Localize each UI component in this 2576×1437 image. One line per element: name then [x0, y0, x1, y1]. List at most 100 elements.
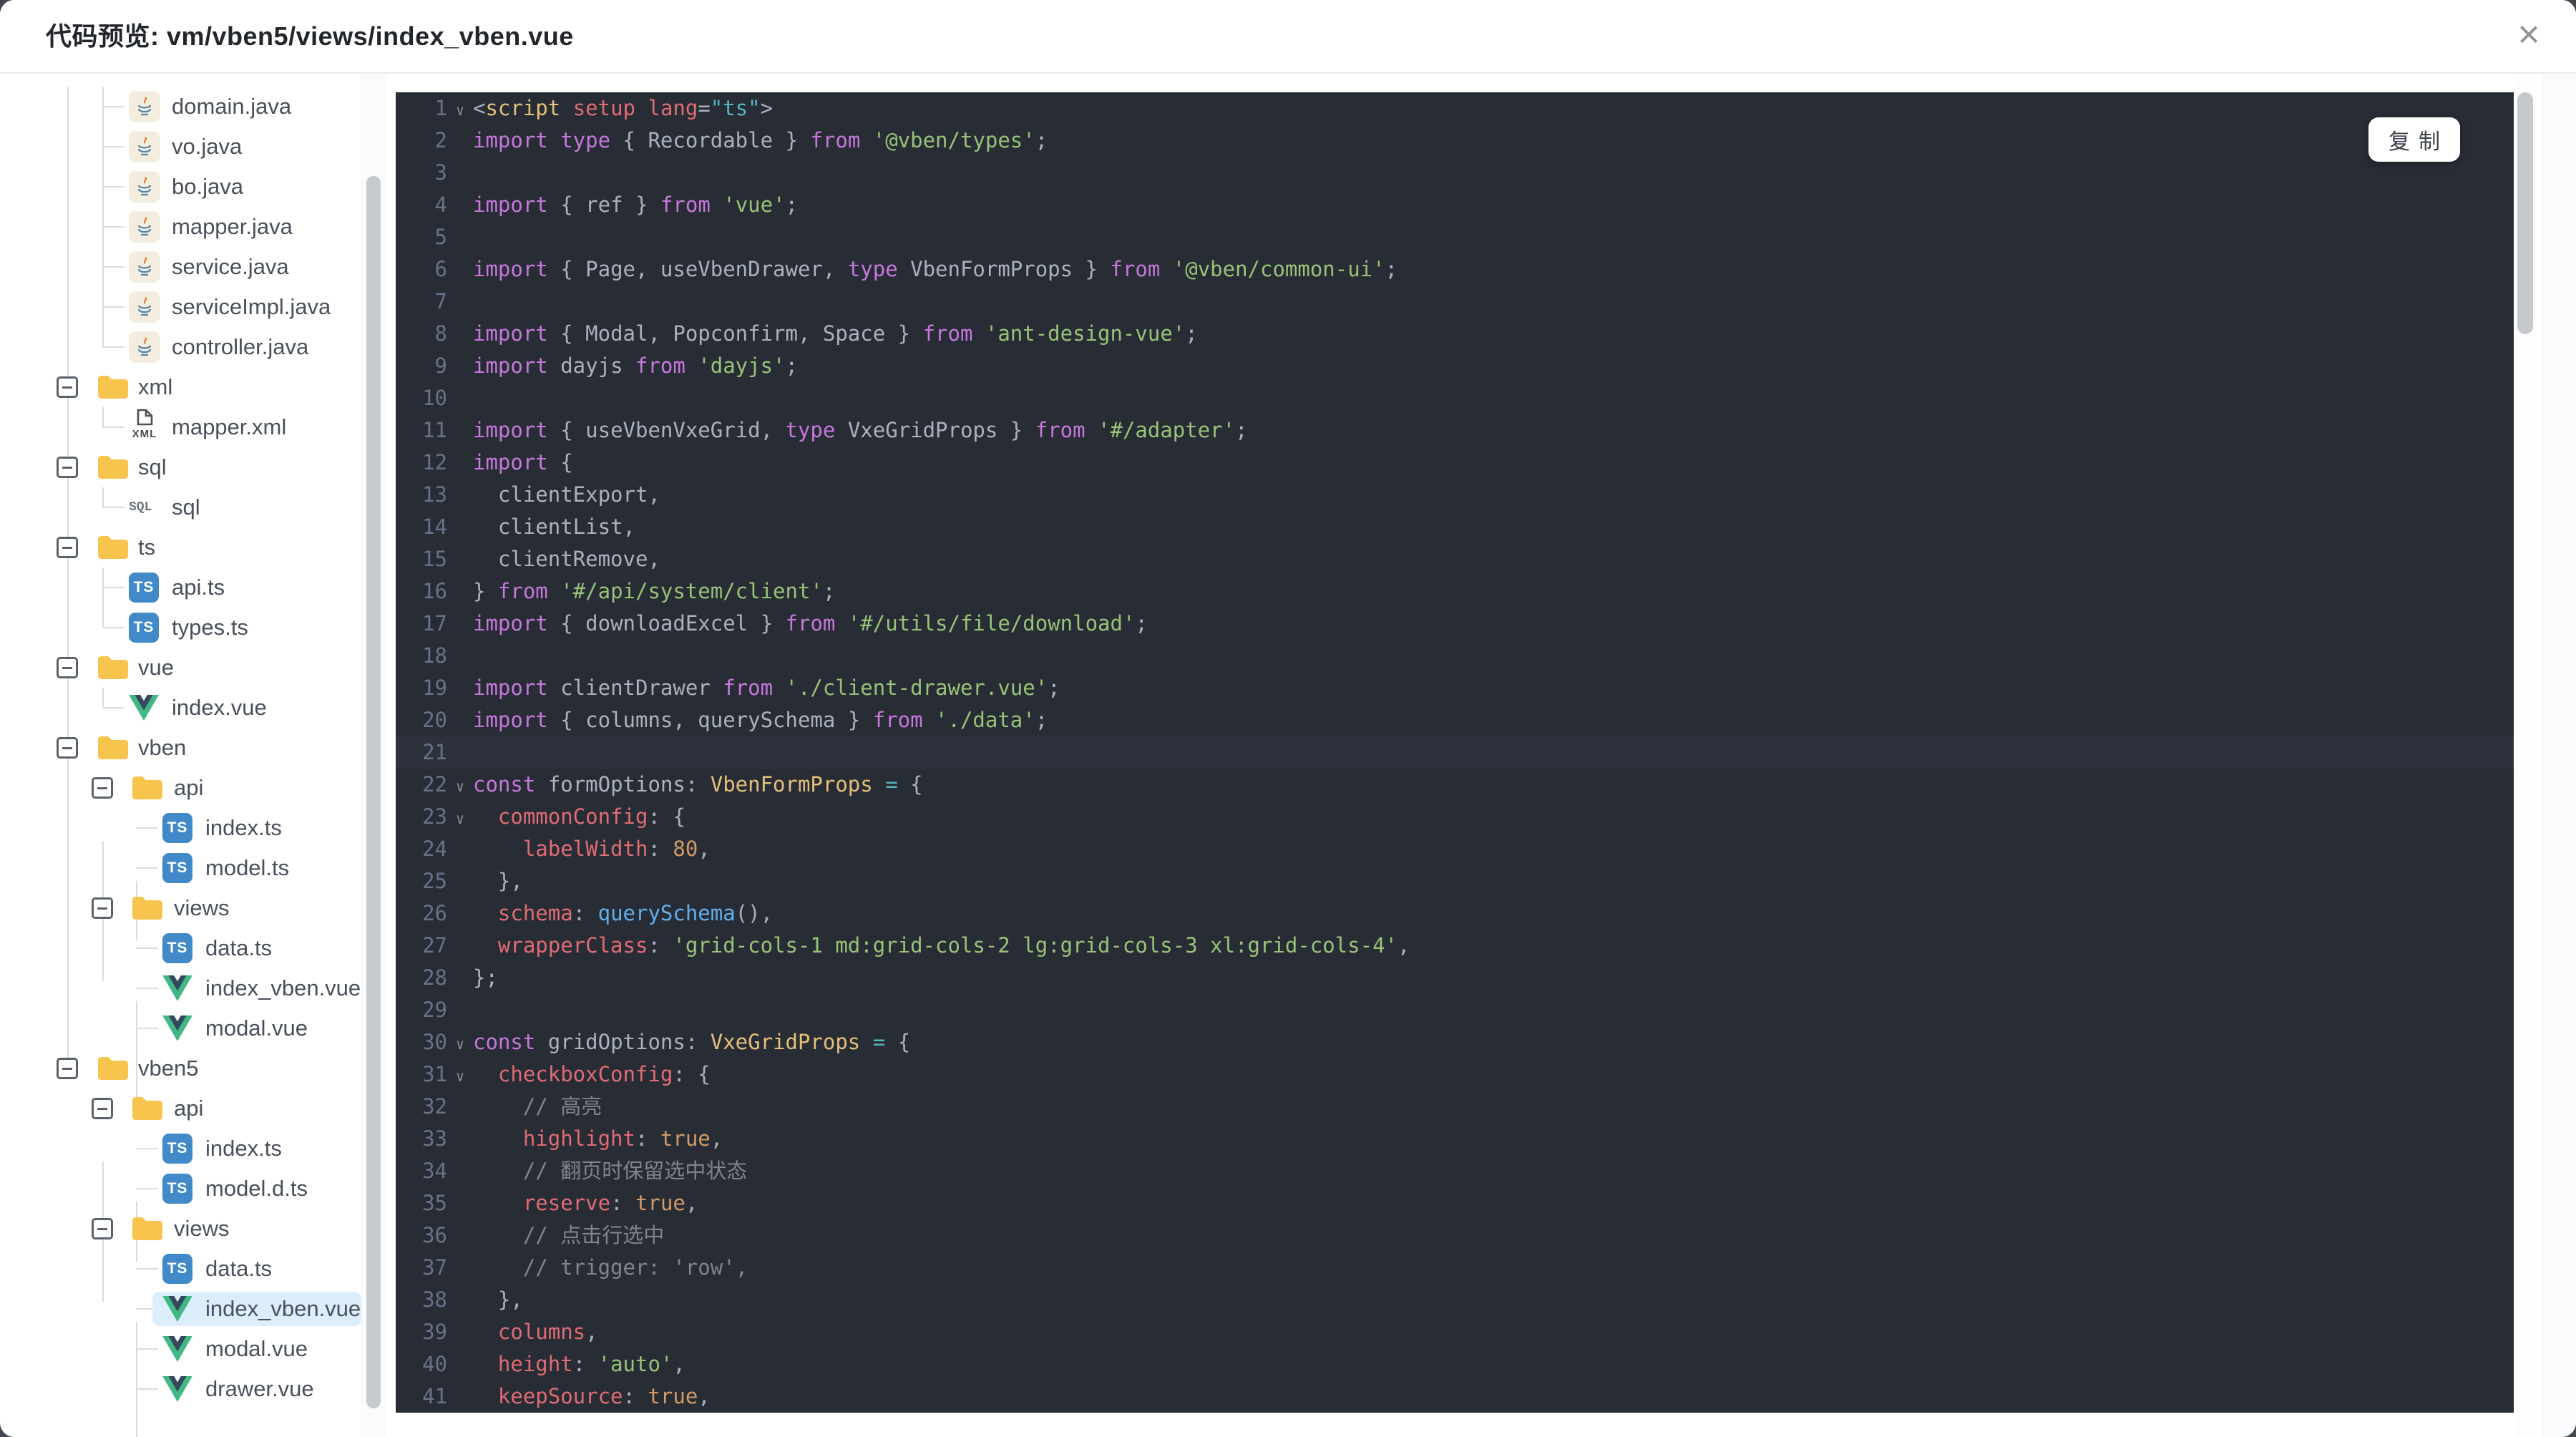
- tree-item-sql[interactable]: sql: [0, 447, 361, 487]
- tree-item-views[interactable]: views: [0, 1209, 361, 1249]
- tree-item-label: ts: [138, 535, 156, 560]
- java-file-icon: [129, 211, 160, 243]
- collapse-toggle-icon[interactable]: [57, 457, 78, 478]
- tree-item-api[interactable]: api: [0, 768, 361, 808]
- line-number: 15: [422, 547, 447, 571]
- tree-item-vben5[interactable]: vben5: [0, 1048, 361, 1088]
- code-line: 40 height: 'auto',: [396, 1348, 2514, 1380]
- tree-connector: [136, 1268, 158, 1270]
- java-file-icon: [129, 331, 160, 363]
- code-line: 7: [396, 286, 2514, 318]
- tree-item-service.java[interactable]: service.java: [0, 247, 361, 287]
- code-line: 13 clientExport,: [396, 479, 2514, 511]
- tree-item-index-vben.vue[interactable]: index_vben.vue: [0, 1289, 361, 1329]
- tree-connector: [102, 306, 125, 308]
- line-number: 8: [434, 321, 447, 346]
- tree-item-mapper.java[interactable]: mapper.java: [0, 207, 361, 247]
- code-line: 8 import { Modal, Popconfirm, Space } fro…: [396, 318, 2514, 350]
- line-number: 20: [422, 708, 447, 732]
- code-text: import { ref } from 'vue';: [473, 193, 799, 217]
- code-line: 10: [396, 382, 2514, 414]
- tree-item-views[interactable]: views: [0, 888, 361, 928]
- line-number: 36: [422, 1223, 447, 1247]
- tree-item-modal.vue[interactable]: modal.vue: [0, 1008, 361, 1048]
- fold-chevron-icon[interactable]: ∨: [447, 771, 473, 803]
- tree-item-api[interactable]: api: [0, 1088, 361, 1129]
- collapse-toggle-icon[interactable]: [57, 376, 78, 398]
- tree-item-label: data.ts: [205, 935, 273, 960]
- file-tree-scrollbar-thumb[interactable]: [366, 176, 381, 1408]
- tree-item-label: service.java: [172, 254, 289, 279]
- tree-guide-line: [102, 688, 104, 708]
- tree-item-data.ts[interactable]: TS data.ts: [0, 928, 361, 968]
- fold-chevron-icon[interactable]: ∨: [447, 94, 473, 127]
- fold-chevron-icon[interactable]: ∨: [447, 803, 473, 835]
- collapse-toggle-icon[interactable]: [92, 777, 113, 799]
- code-text: import { Modal, Popconfirm, Space } from…: [473, 321, 1198, 346]
- dialog-scrollbar-thumb[interactable]: [2517, 92, 2533, 334]
- line-number: 25: [422, 869, 447, 893]
- tree-item-types.ts[interactable]: TS types.ts: [0, 608, 361, 648]
- collapse-toggle-icon[interactable]: [92, 1098, 113, 1119]
- tree-item-model.d.ts[interactable]: TS model.d.ts: [0, 1169, 361, 1209]
- tree-item-index-vben.vue[interactable]: index_vben.vue: [0, 968, 361, 1008]
- tree-item-index.ts[interactable]: TS index.ts: [0, 1129, 361, 1169]
- fold-chevron-icon[interactable]: ∨: [447, 1061, 473, 1093]
- folder-icon: [131, 895, 164, 925]
- tree-item-label: model.d.ts: [205, 1176, 308, 1201]
- code-text: columns,: [473, 1320, 598, 1344]
- code-line: 18: [396, 640, 2514, 672]
- tree-guide-line: [136, 1322, 137, 1437]
- collapse-toggle-icon[interactable]: [57, 537, 78, 558]
- tree-item-mapper.xml[interactable]: XML mapper.xml: [0, 407, 361, 447]
- collapse-toggle-icon[interactable]: [92, 1218, 113, 1239]
- dialog-scrollbar[interactable]: [2514, 74, 2537, 1437]
- line-number: 39: [422, 1320, 447, 1344]
- tree-item-index.vue[interactable]: index.vue: [0, 688, 361, 728]
- close-icon[interactable]: ×: [2503, 10, 2555, 62]
- code-line: 29: [396, 994, 2514, 1026]
- java-file-icon: [129, 91, 160, 122]
- code-line: 24 labelWidth: 80,: [396, 833, 2514, 865]
- tree-item-index.ts[interactable]: TS index.ts: [0, 808, 361, 848]
- tree-connector: [102, 587, 125, 588]
- code-text: import { columns, querySchema } from './…: [473, 708, 1048, 732]
- tree-item-bo.java[interactable]: bo.java: [0, 167, 361, 207]
- tree-item-domain.java[interactable]: domain.java: [0, 87, 361, 127]
- collapse-toggle-icon[interactable]: [57, 657, 78, 678]
- collapse-toggle-icon[interactable]: [92, 897, 113, 919]
- folder-icon: [97, 454, 130, 484]
- line-number: 12: [422, 450, 447, 474]
- folder-icon: [97, 1056, 130, 1085]
- fold-chevron-icon[interactable]: ∨: [447, 1028, 473, 1061]
- folder-icon: [131, 1096, 164, 1125]
- code-text: import {: [473, 450, 573, 474]
- tree-item-modal.vue[interactable]: modal.vue: [0, 1329, 361, 1369]
- collapse-toggle-icon[interactable]: [57, 737, 78, 759]
- tree-item-drawer.vue[interactable]: drawer.vue: [0, 1369, 361, 1409]
- line-number: 30: [422, 1030, 447, 1054]
- tree-item-model.ts[interactable]: TS model.ts: [0, 848, 361, 888]
- tree-item-label: bo.java: [172, 174, 243, 199]
- tree-item-data.ts[interactable]: TS data.ts: [0, 1249, 361, 1289]
- dialog-title: 代码预览: vm/vben5/views/index_vben.vue: [46, 21, 574, 51]
- tree-item-controller.java[interactable]: controller.java: [0, 327, 361, 367]
- tree-item-label: api: [174, 775, 204, 800]
- tree-item-sql[interactable]: SQL sql: [0, 487, 361, 527]
- xml-file-icon: XML: [126, 409, 163, 440]
- collapse-toggle-icon[interactable]: [57, 1058, 78, 1079]
- file-tree-scrollbar[interactable]: [361, 74, 386, 1437]
- code-line: 9 import dayjs from 'dayjs';: [396, 350, 2514, 382]
- tree-item-xml[interactable]: xml: [0, 367, 361, 407]
- line-number: 3: [434, 160, 447, 185]
- tree-item-ts[interactable]: ts: [0, 527, 361, 568]
- tree-item-vo.java[interactable]: vo.java: [0, 127, 361, 167]
- tree-item-api.ts[interactable]: TS api.ts: [0, 568, 361, 608]
- tree-item-vue[interactable]: vue: [0, 648, 361, 688]
- tree-item-label: vben: [138, 735, 187, 760]
- tree-guide-line: [67, 87, 69, 1068]
- code-line: 27 wrapperClass: 'grid-cols-1 md:grid-co…: [396, 930, 2514, 962]
- code-text: // 点击行选中: [473, 1223, 665, 1247]
- tree-item-vben[interactable]: vben: [0, 728, 361, 768]
- tree-item-serviceimpl.java[interactable]: serviceImpl.java: [0, 287, 361, 327]
